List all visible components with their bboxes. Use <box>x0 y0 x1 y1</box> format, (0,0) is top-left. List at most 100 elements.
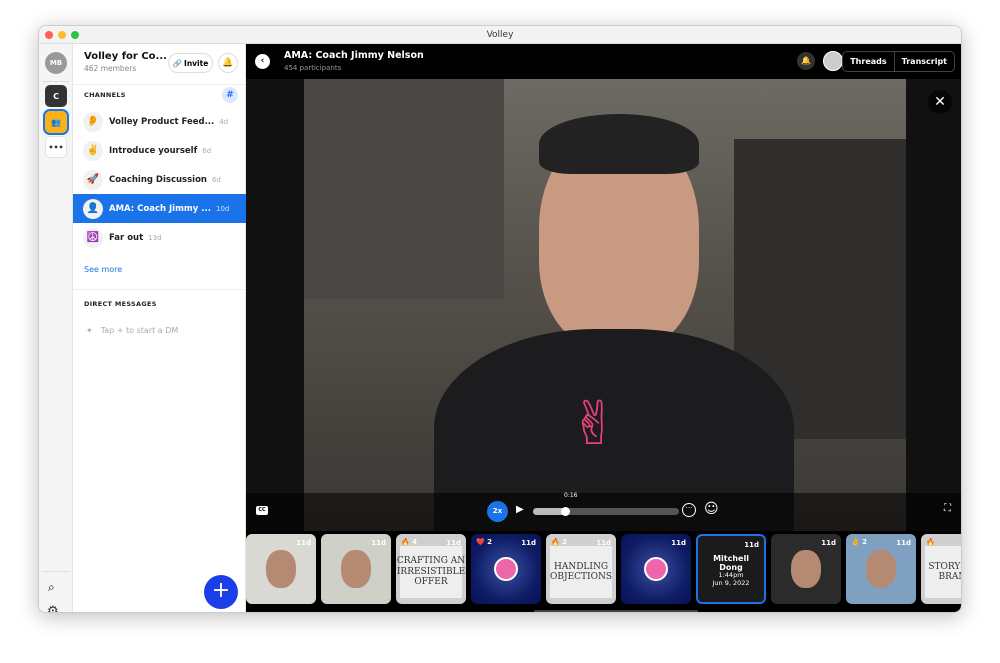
add-reaction-icon[interactable]: ☺ <box>704 501 719 517</box>
title-bar: Volley <box>39 26 961 44</box>
channel-icon: ✌️ <box>83 140 103 161</box>
channels-header: CHANNELS <box>84 91 126 99</box>
see-more-link[interactable]: See more <box>84 265 122 274</box>
face-avatar <box>341 550 371 588</box>
channel-age: 4d <box>219 117 229 126</box>
bell-icon[interactable]: 🔔 <box>797 52 815 70</box>
channel-icon: 👂 <box>83 111 103 132</box>
channel-item[interactable]: 👤 AMA: Coach Jimmy ... 10d <box>73 194 246 223</box>
thumbnail-age: 11d <box>821 539 836 547</box>
direct-messages-header: DIRECT MESSAGES <box>84 300 157 308</box>
channel-icon: 👤 <box>83 198 103 219</box>
channel-name: AMA: Coach Jimmy ... <box>109 203 211 214</box>
sign-text: STORY FOR BRAND <box>925 546 961 598</box>
channel-header: ‹ AMA: Coach Jimmy Nelson 454 participan… <box>246 44 961 79</box>
maximize-window-button[interactable] <box>71 31 79 39</box>
sidebar: Volley for Co... 462 members 🔗 Invite 🔔 CH… <box>73 44 246 612</box>
thread-thumbnail[interactable]: 11d <box>621 534 691 604</box>
participant-count: 454 participants <box>284 64 342 72</box>
thumbnail-age: 11d <box>671 539 686 547</box>
more-workspaces-button[interactable]: ••• <box>45 136 67 158</box>
bell-icon: 🔔 <box>222 58 234 68</box>
notifications-button[interactable]: 🔔 <box>218 53 238 73</box>
channel-item[interactable]: 👂 Volley Product Feed... 4d <box>73 107 246 136</box>
new-message-button[interactable]: + <box>204 575 238 609</box>
speed-button[interactable]: 2x <box>487 501 508 522</box>
channel-age: 6d <box>211 175 221 184</box>
workspace-rail: MB C 👥 ••• ⌕ ⚙ <box>39 44 73 612</box>
thumbnail-age: 11d <box>896 539 911 547</box>
close-video-button[interactable]: ✕ <box>928 90 952 114</box>
reaction-badge: ❤️ 2 <box>476 538 493 546</box>
reaction-badge: ✌️ 2 <box>851 538 868 546</box>
thumbnail-age: 11d <box>371 539 386 547</box>
minimize-window-button[interactable] <box>58 31 66 39</box>
close-window-button[interactable] <box>45 31 53 39</box>
back-button[interactable]: ‹ <box>255 54 270 69</box>
fullscreen-icon[interactable]: ⛶ <box>944 503 951 514</box>
thread-thumbnail[interactable]: 11d <box>246 534 316 604</box>
channel-name: Introduce yourself <box>109 145 198 156</box>
sparkle-icon: ✦ <box>86 326 93 335</box>
channel-icon: ☮️ <box>83 227 103 248</box>
channel-name: Far out <box>109 232 144 243</box>
user-avatar[interactable]: MB <box>45 52 67 74</box>
channel-item[interactable]: 🚀 Coaching Discussion 6d <box>73 165 246 194</box>
player-controls: CC 2x ▶ 0:16 ··· ☺ ⛶ <box>246 492 961 531</box>
profile-picture <box>494 557 518 581</box>
author-name: Mitchell Dong <box>713 554 749 573</box>
tab-transcript[interactable]: Transcript <box>895 52 954 71</box>
channel-age: 6d <box>202 146 212 155</box>
channel-item[interactable]: ☮️ Far out 13d <box>73 223 246 252</box>
search-icon[interactable]: ⌕ <box>48 580 55 595</box>
tab-threads[interactable]: Threads <box>843 52 895 71</box>
thread-thumbnail[interactable]: HANDLING OBJECTIONS 11d 🔥 2 <box>546 534 616 604</box>
thread-thumbnail[interactable]: Mitchell Dong 1:44pm Jun 9, 2022 11d <box>696 534 766 604</box>
workspace-header[interactable]: Volley for Co... 462 members <box>84 51 167 73</box>
face-avatar <box>791 550 821 588</box>
thread-thumbnail[interactable]: 11d <box>771 534 841 604</box>
post-date: Jun 9, 2022 <box>712 578 750 587</box>
invite-button[interactable]: 🔗 Invite <box>168 53 213 73</box>
channel-item[interactable]: ✌️ Introduce yourself 6d <box>73 136 246 165</box>
video-player[interactable]: ✌ ✕ CC 2x ▶ 0:16 ··· ☺ ⛶ <box>246 79 961 531</box>
more-options-icon[interactable]: ··· <box>682 503 696 517</box>
app-window: Volley MB C 👥 ••• ⌕ ⚙ Volley for Co... 46… <box>38 25 962 613</box>
thread-thumbnail[interactable]: 11d <box>321 534 391 604</box>
thumbnail-age: 11d <box>744 541 759 549</box>
reaction-badge: 🔥 2 <box>551 538 568 546</box>
profile-picture <box>644 557 668 581</box>
video-panel: ‹ AMA: Coach Jimmy Nelson 454 participan… <box>246 44 961 612</box>
channel-age: 10d <box>215 204 230 213</box>
search-channels-icon[interactable]: # <box>222 87 238 103</box>
thread-thumbnail[interactable]: 11d ✌️ 2 <box>846 534 916 604</box>
seek-bar[interactable] <box>533 507 679 516</box>
thread-thumbnail[interactable]: 11d ❤️ 2 <box>471 534 541 604</box>
play-button[interactable]: ▶ <box>516 504 524 515</box>
current-time: 0:16 <box>564 492 578 499</box>
sign-text: HANDLING OBJECTIONS <box>550 546 612 598</box>
dm-hint-text: Tap + to start a DM <box>100 326 179 335</box>
sign-text: CRAFTING AN IRRESISTIBLE OFFER <box>397 546 465 598</box>
peace-logo-shirt: ✌ <box>569 389 620 459</box>
workspace-name: Volley for Co... <box>84 51 167 62</box>
video-frame: ✌ <box>304 79 906 531</box>
captions-button[interactable]: CC <box>256 506 268 515</box>
thumbnail-scrollbar[interactable] <box>534 610 698 612</box>
gear-icon[interactable]: ⚙ <box>47 604 59 612</box>
member-count: 462 members <box>84 64 137 73</box>
thumbnail-age: 11d <box>521 539 536 547</box>
host-avatar[interactable] <box>823 51 843 71</box>
seek-handle[interactable] <box>561 507 571 516</box>
channel-age: 13d <box>148 233 162 242</box>
group-workspace-icon[interactable]: 👥 <box>43 109 69 135</box>
channel-icon: 🚀 <box>83 169 103 190</box>
channel-title: AMA: Coach Jimmy Nelson <box>284 50 424 61</box>
thumbnail-age: 11d <box>596 539 611 547</box>
thread-thumbnail[interactable]: CRAFTING AN IRRESISTIBLE OFFER 11d 🔥 4 <box>396 534 466 604</box>
thumbnail-age: 11d <box>446 539 461 547</box>
thread-thumbnail[interactable]: STORY FOR BRAND11d🔥 <box>921 534 961 604</box>
window-title: Volley <box>486 30 514 40</box>
thumbnail-age: 11d <box>296 539 311 547</box>
workspace-c[interactable]: C <box>45 85 67 107</box>
